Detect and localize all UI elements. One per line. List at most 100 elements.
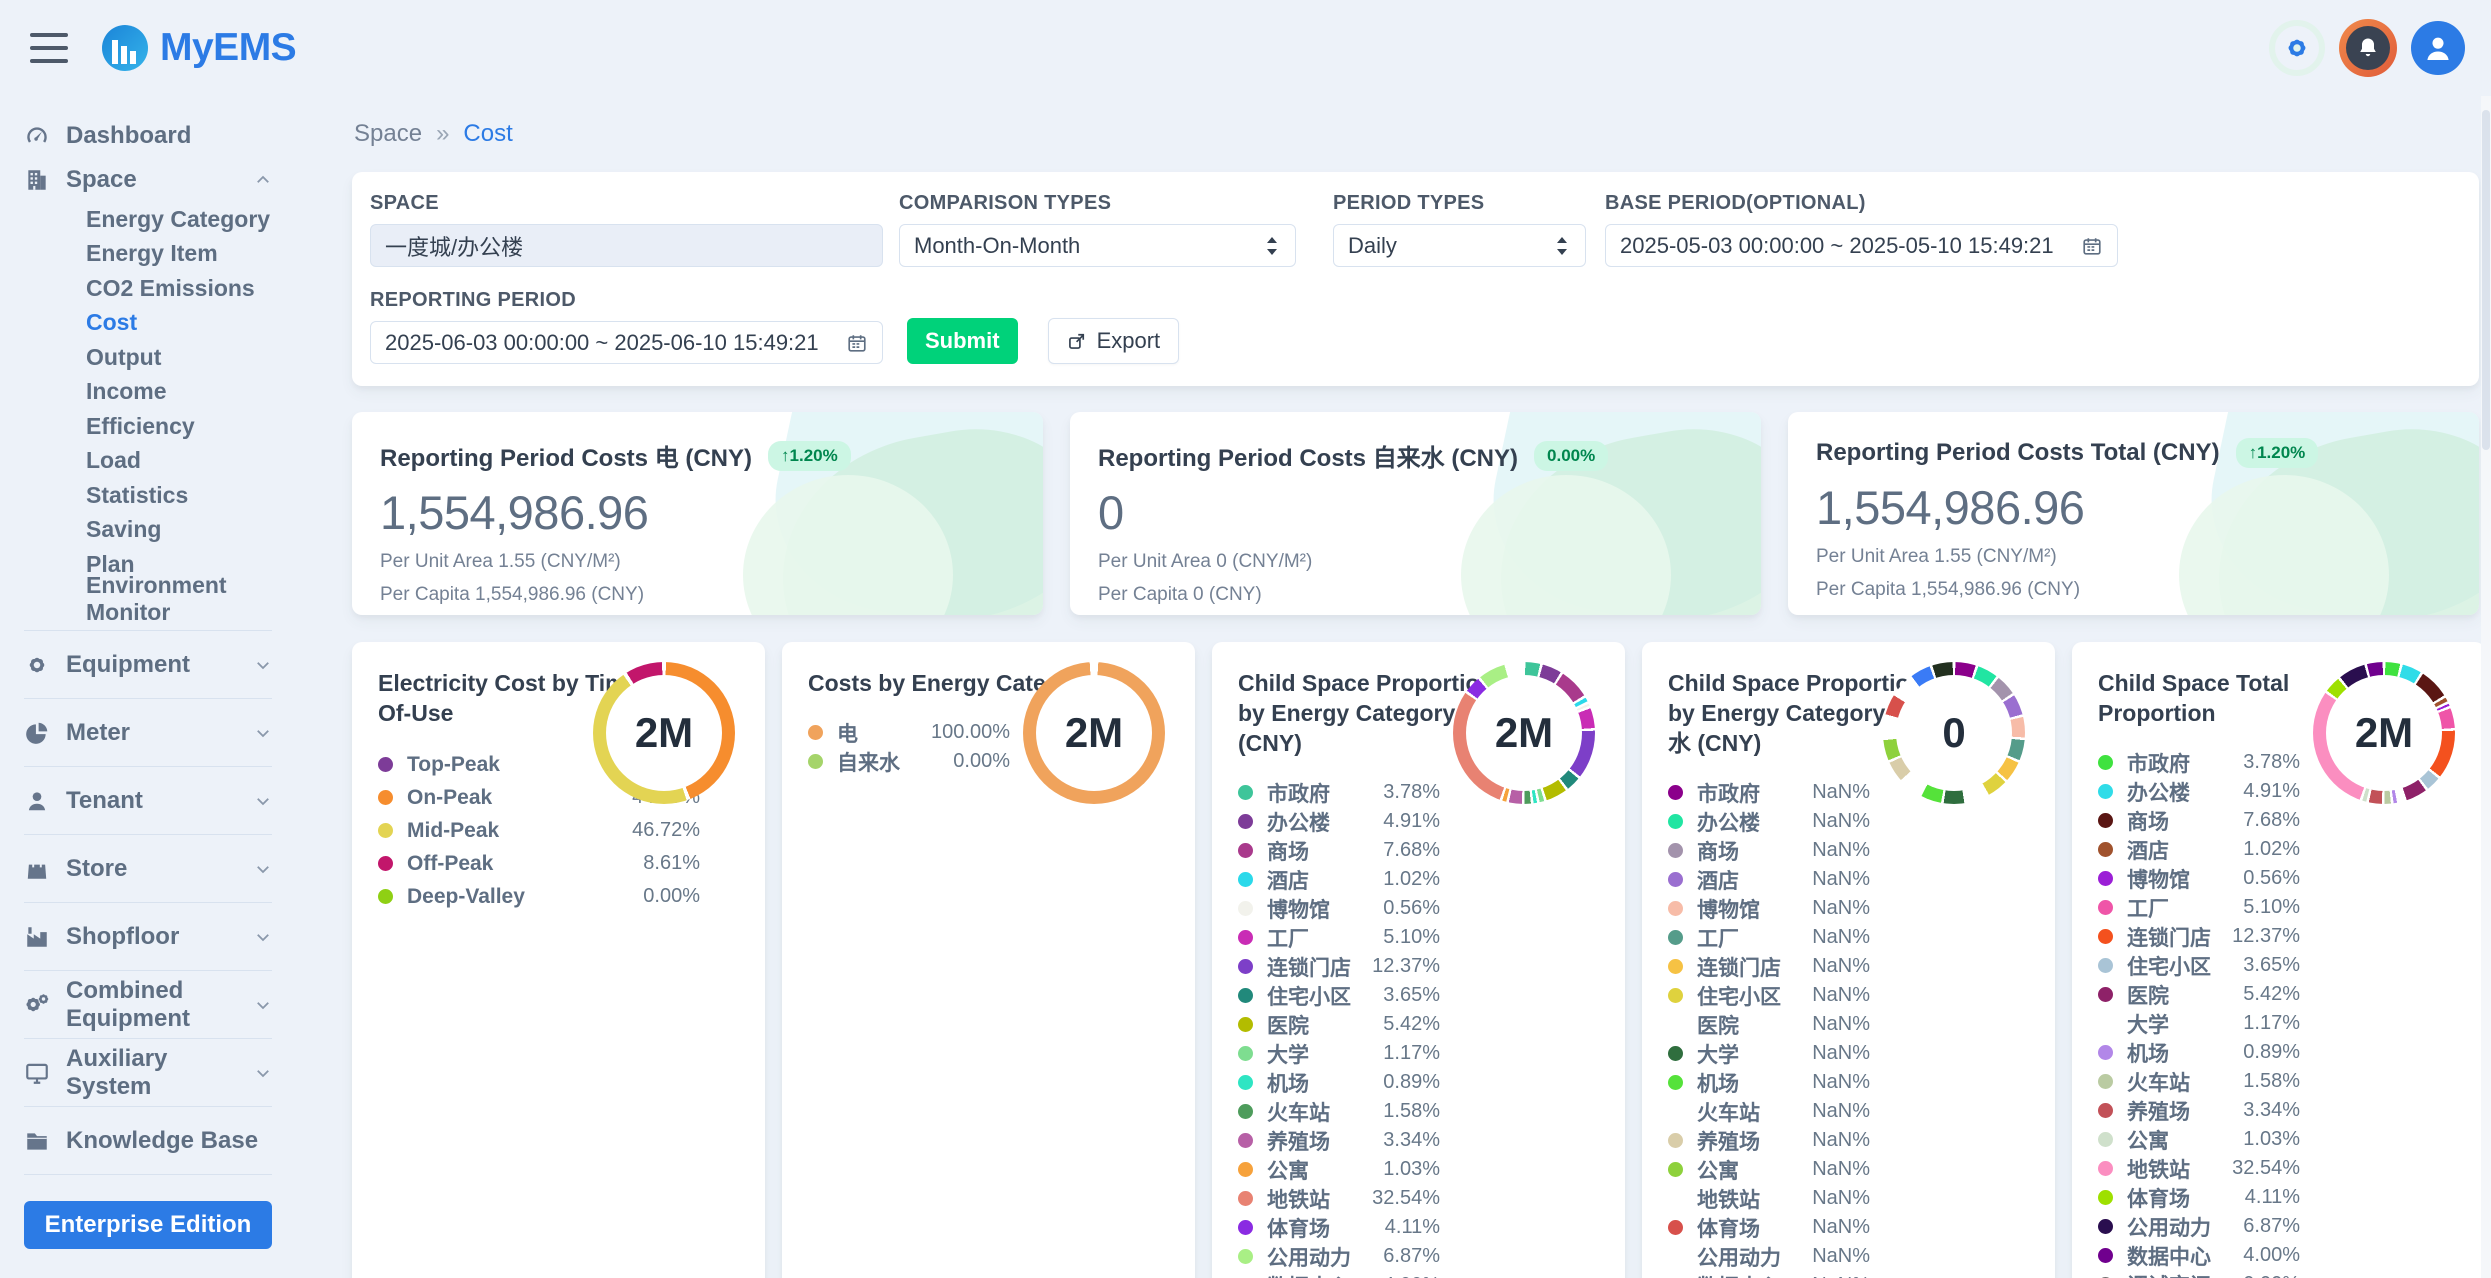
donut-chart[interactable]: 2M: [593, 662, 735, 804]
sidebar-item-space[interactable]: Space: [24, 158, 272, 202]
menu-toggle-button[interactable]: [30, 33, 68, 63]
reporting-period-input[interactable]: 2025-06-03 00:00:00 ~ 2025-06-10 15:49:2…: [370, 321, 883, 364]
base-period-input[interactable]: 2025-05-03 00:00:00 ~ 2025-05-10 15:49:2…: [1605, 224, 2118, 267]
legend-item[interactable]: 市政府 3.78%: [2098, 748, 2300, 777]
legend-item[interactable]: 博物馆 0.56%: [1238, 894, 1440, 923]
sidebar-item-statistics[interactable]: Statistics: [24, 478, 272, 513]
legend-item[interactable]: 机场 0.89%: [1238, 1068, 1440, 1097]
space-input[interactable]: 一度城/办公楼: [370, 224, 883, 267]
legend-item[interactable]: Off-Peak 8.61%: [378, 847, 700, 880]
sidebar-item-saving[interactable]: Saving: [24, 513, 272, 548]
legend-item[interactable]: 地铁站 32.54%: [1238, 1184, 1440, 1213]
sidebar-item-knowledge-base[interactable]: Knowledge Base: [24, 1106, 272, 1174]
legend-item[interactable]: 办公楼 4.91%: [1238, 807, 1440, 836]
legend-item[interactable]: 办公楼 4.91%: [2098, 777, 2300, 806]
sidebar-item-energy-category[interactable]: Energy Category: [24, 202, 272, 237]
brand-logo[interactable]: MyEMS: [102, 25, 296, 71]
legend-item[interactable]: 养殖场 3.34%: [2098, 1096, 2300, 1125]
legend-item[interactable]: 住宅小区 3.65%: [1238, 981, 1440, 1010]
legend-item[interactable]: 商场 NaN%: [1668, 836, 1870, 865]
sidebar-item-co2-emissions[interactable]: CO2 Emissions: [24, 271, 272, 306]
legend-item[interactable]: 办公楼 NaN%: [1668, 807, 1870, 836]
legend-item[interactable]: 工厂 5.10%: [2098, 893, 2300, 922]
sidebar-item-store[interactable]: Store: [24, 834, 272, 902]
legend-item[interactable]: 体育场 4.11%: [1238, 1213, 1440, 1242]
sidebar-item-auxiliary-system[interactable]: Auxiliary System: [24, 1038, 272, 1106]
legend-item[interactable]: 养殖场 3.34%: [1238, 1126, 1440, 1155]
legend-item[interactable]: 市政府 NaN%: [1668, 778, 1870, 807]
legend-item[interactable]: 酒店 1.02%: [1238, 865, 1440, 894]
legend-item[interactable]: 连锁门店 NaN%: [1668, 952, 1870, 981]
legend-item[interactable]: 医院 5.42%: [1238, 1010, 1440, 1039]
legend-item[interactable]: 博物馆 NaN%: [1668, 894, 1870, 923]
export-button[interactable]: Export: [1048, 318, 1180, 364]
sidebar-item-combined-equipment[interactable]: Combined Equipment: [24, 970, 272, 1038]
breadcrumb-parent[interactable]: Space: [354, 120, 422, 148]
legend-item[interactable]: 医院 NaN%: [1668, 1010, 1870, 1039]
enterprise-edition-button[interactable]: Enterprise Edition: [24, 1201, 272, 1249]
legend-item[interactable]: 自来水 0.00%: [808, 747, 1010, 776]
legend-item[interactable]: 商场 7.68%: [1238, 836, 1440, 865]
legend-item[interactable]: 机场 NaN%: [1668, 1068, 1870, 1097]
legend-item[interactable]: 数据中心 4.00%: [1238, 1271, 1440, 1278]
legend-item[interactable]: 公用动力 6.87%: [2098, 1212, 2300, 1241]
legend-item[interactable]: 地铁站 NaN%: [1668, 1184, 1870, 1213]
user-avatar[interactable]: [2411, 21, 2465, 75]
sidebar-item-meter[interactable]: Meter: [24, 698, 272, 766]
sidebar-item-shopfloor[interactable]: Shopfloor: [24, 902, 272, 970]
legend-item[interactable]: 市政府 3.78%: [1238, 778, 1440, 807]
donut-chart[interactable]: 0: [1883, 662, 2025, 804]
sidebar-item-income[interactable]: Income: [24, 375, 272, 410]
donut-chart[interactable]: 2M: [2313, 662, 2455, 804]
legend-item[interactable]: 商场 7.68%: [2098, 806, 2300, 835]
sidebar-item-environment-monitor[interactable]: Environment Monitor: [24, 582, 272, 617]
legend-item[interactable]: 电 100.00%: [808, 718, 1010, 747]
legend-item[interactable]: 体育场 NaN%: [1668, 1213, 1870, 1242]
legend-item[interactable]: 住宅小区 3.65%: [2098, 951, 2300, 980]
sidebar-item-dashboard[interactable]: Dashboard: [24, 114, 272, 158]
legend-item[interactable]: 工厂 5.10%: [1238, 923, 1440, 952]
legend-item[interactable]: 公用动力 NaN%: [1668, 1242, 1870, 1271]
sidebar-item-equipment[interactable]: Equipment: [24, 630, 272, 698]
breadcrumb-current[interactable]: Cost: [463, 120, 512, 148]
sidebar-item-energy-item[interactable]: Energy Item: [24, 237, 272, 272]
legend-item[interactable]: 博物馆 0.56%: [2098, 864, 2300, 893]
legend-item[interactable]: 酒店 NaN%: [1668, 865, 1870, 894]
legend-item[interactable]: 住宅小区 NaN%: [1668, 981, 1870, 1010]
sidebar-item-efficiency[interactable]: Efficiency: [24, 409, 272, 444]
legend-item[interactable]: 火车站 NaN%: [1668, 1097, 1870, 1126]
period-types-select[interactable]: Daily: [1333, 224, 1586, 267]
sidebar-item-load[interactable]: Load: [24, 444, 272, 479]
legend-item[interactable]: 机场 0.89%: [2098, 1038, 2300, 1067]
legend-item[interactable]: 医院 5.42%: [2098, 980, 2300, 1009]
donut-chart[interactable]: 2M: [1453, 662, 1595, 804]
legend-item[interactable]: 数据中心 NaN%: [1668, 1271, 1870, 1278]
legend-item[interactable]: 调试空间 0.00%: [2098, 1270, 2300, 1278]
legend-item[interactable]: 连锁门店 12.37%: [2098, 922, 2300, 951]
legend-item[interactable]: 公寓 1.03%: [2098, 1125, 2300, 1154]
legend-item[interactable]: 大学 NaN%: [1668, 1039, 1870, 1068]
legend-item[interactable]: 数据中心 4.00%: [2098, 1241, 2300, 1270]
legend-item[interactable]: 火车站 1.58%: [1238, 1097, 1440, 1126]
legend-item[interactable]: 酒店 1.02%: [2098, 835, 2300, 864]
settings-button[interactable]: [2269, 20, 2325, 76]
legend-item[interactable]: 大学 1.17%: [2098, 1009, 2300, 1038]
legend-item[interactable]: 工厂 NaN%: [1668, 923, 1870, 952]
sidebar-item-cost[interactable]: Cost: [24, 306, 272, 341]
legend-item[interactable]: 大学 1.17%: [1238, 1039, 1440, 1068]
comparison-types-select[interactable]: Month-On-Month: [899, 224, 1296, 267]
legend-item[interactable]: Mid-Peak 46.72%: [378, 814, 700, 847]
legend-item[interactable]: 养殖场 NaN%: [1668, 1126, 1870, 1155]
scrollbar[interactable]: [2481, 96, 2491, 1278]
sidebar-item-tenant[interactable]: Tenant: [24, 766, 272, 834]
submit-button[interactable]: Submit: [907, 318, 1018, 364]
legend-item[interactable]: 公寓 NaN%: [1668, 1155, 1870, 1184]
notifications-button[interactable]: [2339, 19, 2397, 77]
legend-item[interactable]: 公用动力 6.87%: [1238, 1242, 1440, 1271]
legend-item[interactable]: 公寓 1.03%: [1238, 1155, 1440, 1184]
legend-item[interactable]: Deep-Valley 0.00%: [378, 880, 700, 913]
sidebar-item-output[interactable]: Output: [24, 340, 272, 375]
legend-item[interactable]: 地铁站 32.54%: [2098, 1154, 2300, 1183]
legend-item[interactable]: 火车站 1.58%: [2098, 1067, 2300, 1096]
legend-item[interactable]: 连锁门店 12.37%: [1238, 952, 1440, 981]
